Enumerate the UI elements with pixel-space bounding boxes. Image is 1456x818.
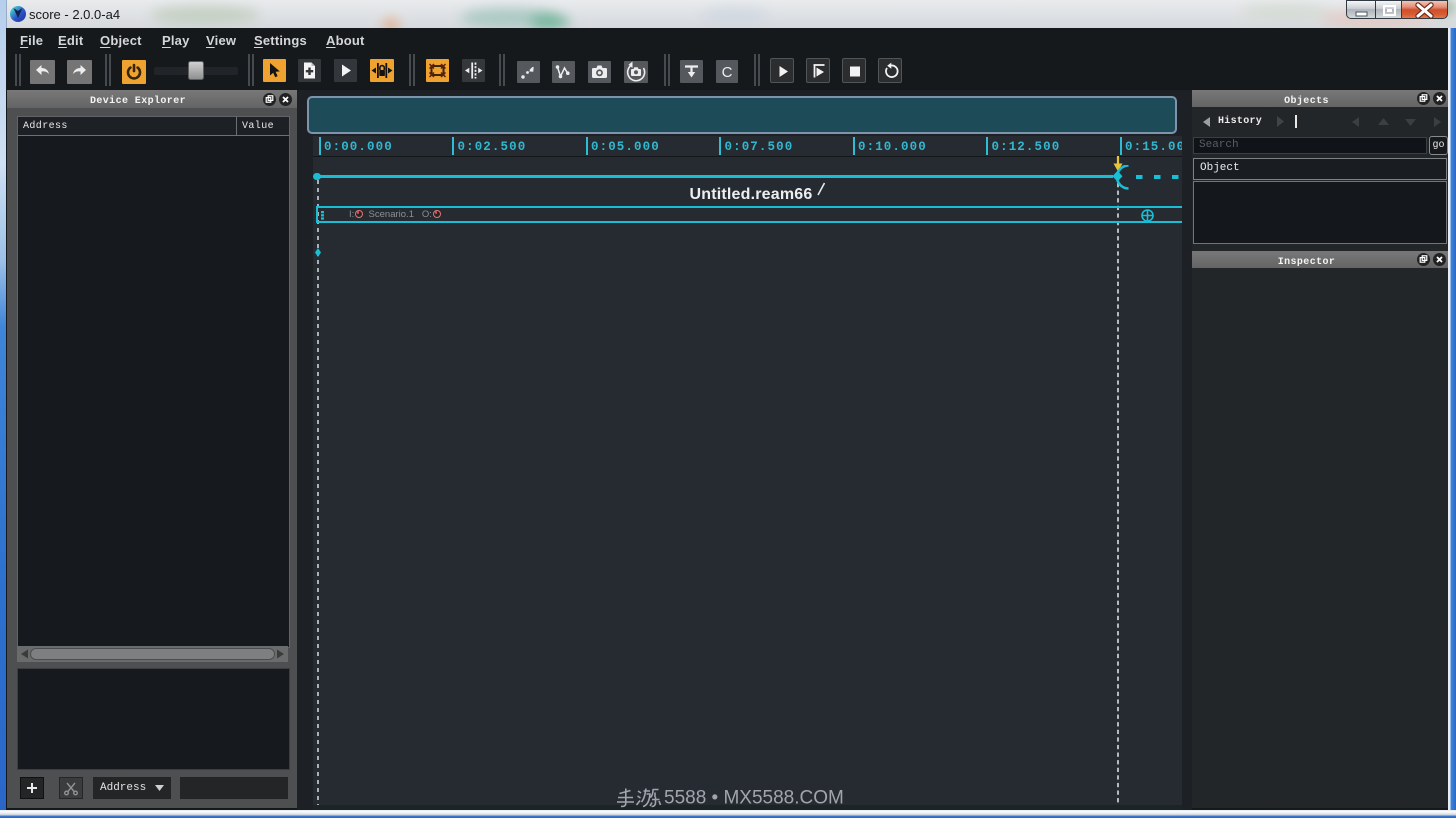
svg-text:5588 • MX5588.COM: 5588 • MX5588.COM <box>664 788 844 809</box>
svg-text:C: C <box>721 64 732 81</box>
